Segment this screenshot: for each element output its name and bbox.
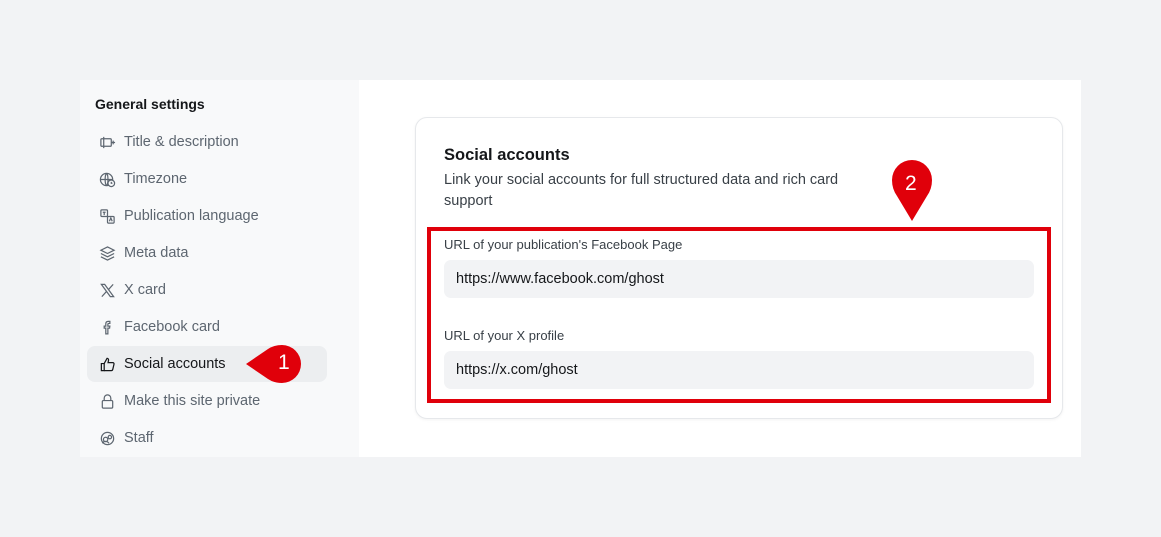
sidebar-item-label: Make this site private xyxy=(124,393,261,409)
title-icon xyxy=(98,133,116,151)
callout-1-number: 1 xyxy=(278,351,290,374)
sidebar-item-title-description[interactable]: Title & description xyxy=(87,124,327,160)
sidebar-item-label: Facebook card xyxy=(124,319,220,335)
globe-clock-icon xyxy=(98,170,116,188)
sidebar-item-staff[interactable]: Staff xyxy=(87,420,327,456)
sidebar-item-label: Meta data xyxy=(124,245,189,261)
sidebar-item-label: Publication language xyxy=(124,208,259,224)
sidebar-item-make-site-private[interactable]: Make this site private xyxy=(87,383,327,419)
card-title: Social accounts xyxy=(444,146,570,164)
sidebar-item-label: Staff xyxy=(124,430,154,446)
callout-2: 2 xyxy=(891,158,933,222)
sidebar-item-facebook-card[interactable]: Facebook card xyxy=(87,309,327,345)
layers-icon xyxy=(98,244,116,262)
language-icon xyxy=(98,207,116,225)
sidebar-item-label: Social accounts xyxy=(124,356,226,372)
sidebar-nav: Title & description Timezone Publication… xyxy=(87,124,327,457)
sidebar-heading: General settings xyxy=(95,96,205,112)
x-logo-icon xyxy=(98,281,116,299)
sidebar-item-timezone[interactable]: Timezone xyxy=(87,161,327,197)
card-description: Link your social accounts for full struc… xyxy=(444,172,839,209)
sidebar-item-meta-data[interactable]: Meta data xyxy=(87,235,327,271)
staff-icon xyxy=(98,429,116,447)
sidebar-item-label: Title & description xyxy=(124,134,239,150)
sidebar: General settings Title & description Tim… xyxy=(80,80,359,457)
lock-icon xyxy=(98,392,116,410)
sidebar-item-x-card[interactable]: X card xyxy=(87,272,327,308)
sidebar-item-label: X card xyxy=(124,282,166,298)
facebook-icon xyxy=(98,318,116,336)
fields-highlight-box xyxy=(427,227,1051,403)
callout-2-number: 2 xyxy=(905,172,917,195)
callout-1: 1 xyxy=(246,344,310,384)
sidebar-item-label: Timezone xyxy=(124,171,188,187)
thumbs-up-icon xyxy=(98,355,116,373)
sidebar-item-publication-language[interactable]: Publication language xyxy=(87,198,327,234)
